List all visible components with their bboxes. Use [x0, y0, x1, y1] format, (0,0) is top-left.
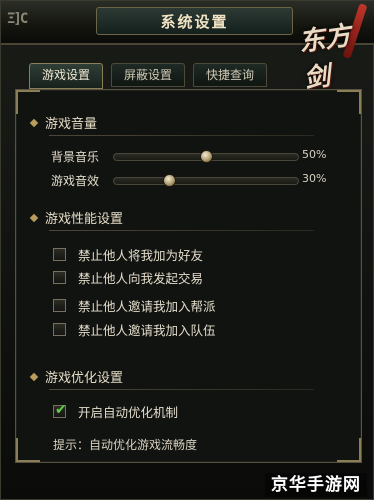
checkbox[interactable]: ✔: [53, 401, 67, 418]
corner-ornament-icon: [337, 90, 361, 114]
section-title-performance: 游戏性能设置: [29, 208, 124, 227]
bgm-label: 背景音乐: [51, 150, 100, 164]
window-title: 系统设置: [160, 13, 229, 31]
checkbox[interactable]: [53, 247, 66, 261]
bgm-slider[interactable]: [113, 150, 299, 163]
checkbox[interactable]: [53, 322, 66, 336]
section-title-text: 游戏性能设置: [45, 212, 124, 227]
divider: [49, 389, 314, 390]
section-title-text: 游戏音量: [45, 117, 98, 132]
section-title-text: 游戏优化设置: [45, 371, 124, 386]
bgm-value: 50%: [302, 148, 327, 161]
logo-text: 东方剑: [297, 20, 353, 95]
corner-ornament-icon: [337, 438, 361, 462]
watermark: 京华手游网: [265, 473, 367, 497]
diamond-icon: [29, 118, 39, 128]
option-block-friend[interactable]: 禁止他人将我加为好友: [53, 245, 203, 263]
tab-quick-lookup[interactable]: 快捷查询: [193, 63, 268, 87]
option-block-trade[interactable]: 禁止他人向我发起交易: [53, 268, 203, 286]
sfx-slider-row: 游戏音效 30%: [51, 172, 341, 188]
diamond-icon: [29, 372, 39, 382]
checkbox[interactable]: [53, 270, 66, 284]
tab-block-settings[interactable]: 屏蔽设置: [111, 63, 186, 87]
bgm-slider-row: 背景音乐 50%: [51, 148, 341, 164]
corner-ornament-icon: [16, 438, 40, 462]
bgm-slider-thumb[interactable]: [200, 150, 213, 163]
checkmark-icon: ✔: [55, 401, 67, 418]
hint-text: 提示：自动优化游戏流畅度: [53, 438, 198, 452]
sfx-label: 游戏音效: [51, 174, 100, 188]
option-label: 禁止他人将我加为好友: [78, 247, 204, 263]
sfx-value: 30%: [302, 172, 327, 185]
game-logo: 东方剑: [293, 1, 371, 95]
title-plate: 系统设置: [96, 7, 293, 35]
option-label: 禁止他人邀请我加入帮派: [78, 298, 216, 314]
section-title-optimization: 游戏优化设置: [29, 367, 124, 386]
option-auto-optimize[interactable]: ✔ 开启自动优化机制: [53, 402, 178, 420]
checkbox[interactable]: [53, 298, 66, 312]
window-menu-icon[interactable]: Ξ]C: [7, 11, 51, 29]
option-label: 禁止他人邀请我加入队伍: [78, 322, 216, 338]
option-block-team-invite[interactable]: 禁止他人邀请我加入队伍: [53, 320, 216, 338]
sfx-slider-thumb[interactable]: [163, 174, 177, 187]
section-title-volume: 游戏音量: [29, 113, 98, 132]
option-label: 禁止他人向我发起交易: [78, 270, 204, 286]
option-block-guild-invite[interactable]: 禁止他人邀请我加入帮派: [53, 296, 216, 314]
settings-window: Ξ]C 系统设置 东方剑 游戏设置 屏蔽设置 快捷查询 游戏音量 背景音乐 50…: [0, 0, 374, 500]
diamond-icon: [29, 213, 39, 223]
tab-bar: 游戏设置 屏蔽设置 快捷查询: [29, 63, 268, 89]
tab-game-settings[interactable]: 游戏设置: [29, 63, 104, 89]
corner-ornament-icon: [16, 90, 40, 114]
divider: [49, 135, 314, 136]
divider: [49, 230, 314, 231]
sfx-slider[interactable]: [113, 174, 299, 187]
option-label: 开启自动优化机制: [78, 404, 179, 420]
